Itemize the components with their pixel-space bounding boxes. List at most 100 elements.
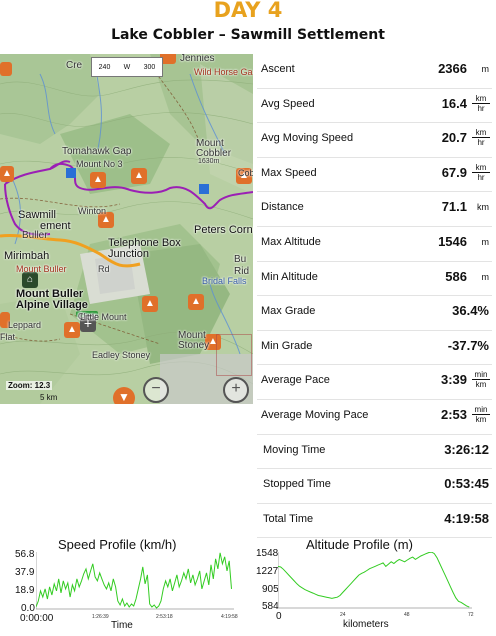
- speed-chart-title: Speed Profile (km/h): [58, 537, 177, 552]
- campsite-marker[interactable]: ▲: [64, 322, 80, 338]
- altitude-series-line: [278, 552, 470, 608]
- map-label: Alpine Village: [16, 299, 88, 311]
- map-label: Eadley Stoney: [92, 350, 151, 360]
- stat-label: Max Speed: [261, 166, 317, 179]
- route-title: Lake Cobbler – Sawmill Settlement: [111, 27, 385, 43]
- map-label: 1630m: [198, 158, 220, 165]
- stat-unit: km: [477, 202, 489, 213]
- scale-left: 240: [98, 63, 111, 71]
- stat-label: Average Pace: [261, 374, 330, 387]
- stat-row-min-altitude: Min Altitude 586 m: [257, 262, 492, 297]
- stat-value: 3:39: [440, 372, 467, 388]
- map-label: Mirimbah: [4, 250, 50, 262]
- x-axis-label: kilometers: [343, 619, 389, 630]
- x-tick-label: 24: [340, 612, 346, 618]
- stat-row-distance: Distance 71.1 km: [257, 192, 492, 227]
- y-tick-label: 1548: [256, 548, 279, 559]
- stat-row-max-altitude: Max Altitude 1546 m: [257, 227, 492, 262]
- zoom-level: Zoom: 12.3: [6, 381, 53, 390]
- map-label: Bridal Falls: [202, 276, 247, 286]
- map-label: Peters Corne: [194, 224, 253, 236]
- stat-value: 67.9: [441, 164, 467, 180]
- altitude-chart-title: Altitude Profile (m): [306, 537, 413, 552]
- zoom-in-button[interactable]: +: [223, 377, 249, 403]
- map-label: Flat: [0, 332, 16, 342]
- stat-label: Distance: [261, 201, 304, 214]
- stat-value: 3:26:12: [444, 441, 489, 457]
- stat-row-average-moving-pace: Average Moving Pace 2:53 min km: [257, 400, 492, 435]
- stat-unit: km hr: [472, 94, 490, 113]
- stat-value: 4:19:58: [444, 510, 489, 526]
- map-label: Cob: [238, 168, 253, 178]
- stat-value: 2:53: [440, 406, 467, 422]
- stat-value: 36.4%: [452, 303, 489, 319]
- map-label: Leppard: [8, 320, 42, 330]
- map-label: Bu: [234, 254, 247, 265]
- y-tick-label: 18.9: [15, 585, 35, 596]
- scale-mid: W: [123, 63, 131, 71]
- stat-label: Min Altitude: [261, 270, 318, 283]
- speed-chart: [36, 552, 234, 610]
- map-label: Cre: [66, 60, 83, 71]
- flag-icon[interactable]: [66, 168, 76, 178]
- speed-series-line: [36, 552, 232, 609]
- campsite-marker[interactable]: ▲: [188, 294, 204, 310]
- map-label: Rd: [98, 264, 110, 274]
- stat-row-moving-time: Moving Time 3:26:12: [257, 435, 492, 470]
- x-axis-label: Time: [111, 620, 133, 631]
- map-label: Jennies: [180, 54, 215, 64]
- scale-overlay: 240 W 300: [91, 57, 163, 77]
- x-tick-label: 72: [468, 612, 474, 618]
- stat-label: Average Moving Pace: [261, 408, 369, 421]
- x-tick-label: 48: [404, 612, 410, 618]
- stat-value: 586: [445, 268, 467, 284]
- stat-label: Avg Speed: [261, 97, 315, 110]
- y-tick-label: 37.9: [15, 567, 35, 578]
- stat-label: Avg Moving Speed: [261, 132, 354, 145]
- stat-unit: m: [481, 236, 490, 247]
- zoom-out-button[interactable]: −: [143, 377, 169, 403]
- map-label: Tomahawk Gap: [62, 146, 132, 157]
- x-tick-label: 2:53:18: [156, 614, 173, 620]
- x-tick-label: 4:19:58: [221, 614, 238, 620]
- flag-icon[interactable]: [199, 184, 209, 194]
- scale-km: 5 km: [40, 393, 58, 402]
- stat-row-stopped-time: Stopped Time 0:53:45: [257, 469, 492, 504]
- campsite-marker[interactable]: ▲: [0, 166, 14, 182]
- stat-label: Ascent: [261, 63, 295, 75]
- stat-label: Max Altitude: [261, 235, 321, 248]
- stat-row-total-time: Total Time 4:19:58: [257, 504, 492, 539]
- map-label: Stoney: [178, 340, 210, 351]
- campsite-marker[interactable]: ▲: [131, 168, 147, 184]
- stat-row-avg-moving-speed: Avg Moving Speed 20.7 km hr: [257, 123, 492, 158]
- start-icon[interactable]: ⌂: [22, 272, 38, 288]
- map-label: Mount No 3: [76, 159, 123, 169]
- stat-unit: km hr: [472, 163, 490, 182]
- stat-label: Stopped Time: [263, 478, 331, 491]
- stat-value: 71.1: [441, 199, 467, 215]
- topographic-map[interactable]: ▲ ▲ ▲ ▲ ▲ ▲ ▲ ▲ ▲ ⌂ + 240 W 300 Jennies …: [0, 54, 253, 404]
- stat-label: Max Grade: [261, 305, 316, 318]
- campsite-marker[interactable]: ▲: [90, 172, 106, 188]
- stat-value: 1546: [438, 233, 467, 249]
- stat-label: Moving Time: [263, 443, 326, 456]
- stat-value: 16.4: [441, 95, 467, 111]
- campsite-marker[interactable]: [0, 62, 12, 76]
- stat-row-avg-speed: Avg Speed 16.4 km hr: [257, 89, 492, 124]
- stat-row-max-speed: Max Speed 67.9 km hr: [257, 158, 492, 193]
- stats-panel: Ascent 2366 m Avg Speed 16.4 km hr Avg Mo…: [257, 54, 492, 539]
- map-label: Wild Horse Ga: [194, 67, 253, 77]
- y-tick-label: 1227: [256, 566, 279, 577]
- stat-row-average-pace: Average Pace 3:39 min km: [257, 365, 492, 400]
- map-label: Little Mount: [80, 312, 127, 322]
- y-tick-label: 56.8: [15, 549, 35, 560]
- x-tick-label: 0: [276, 611, 282, 622]
- y-tick-label: 905: [262, 584, 279, 595]
- stat-value: 2366: [438, 61, 467, 76]
- stat-value: -37.7%: [447, 337, 489, 353]
- x-tick-label: 0:00:00: [20, 613, 54, 624]
- ruler-icon[interactable]: [216, 334, 252, 376]
- stat-label: Min Grade: [261, 339, 313, 352]
- menu-down-button[interactable]: ▼: [113, 387, 135, 404]
- campsite-marker[interactable]: ▲: [142, 296, 158, 312]
